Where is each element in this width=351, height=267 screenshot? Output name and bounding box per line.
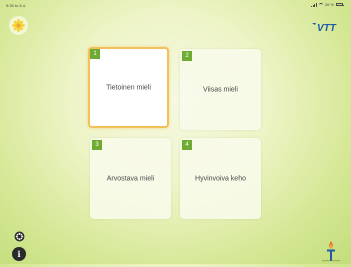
card-arvostava-mieli[interactable]: 3 Arvostava mieli [90, 138, 171, 219]
wifi-icon [318, 2, 323, 7]
settings-button[interactable] [13, 230, 25, 242]
card-tietoinen-mieli[interactable]: 1 Tietoinen mieli [88, 47, 169, 128]
card-number-badge: 4 [182, 140, 192, 150]
settings-icon [14, 231, 24, 241]
status-right-group: 26 % [311, 2, 344, 7]
vtt-logo-text: VTT [317, 23, 337, 33]
card-label: Arvostava mieli [106, 175, 155, 182]
status-time: 9:35 to 8.4. [6, 3, 27, 8]
status-bar: 9:35 to 8.4. 26 % [0, 0, 351, 12]
info-button[interactable]: i [12, 247, 26, 261]
card-number-badge: 1 [90, 49, 100, 59]
card-hyvinvoiva-keho[interactable]: 4 Hyvinvoiva keho [180, 138, 261, 219]
card-number-badge: 2 [182, 51, 192, 61]
card-viisas-mieli[interactable]: 2 Viisas mieli [180, 49, 261, 130]
flower-logo-icon[interactable] [10, 17, 27, 34]
torch-logo-icon [320, 240, 342, 262]
card-label: Hyvinvoiva keho [195, 175, 246, 182]
battery-icon [336, 3, 344, 6]
card-label: Viisas mieli [203, 86, 238, 93]
battery-percentage: 26 % [324, 2, 334, 7]
info-icon: i [17, 249, 21, 259]
vtt-logo-icon: VTT [311, 20, 341, 34]
card-label: Tietoinen mieli [106, 84, 151, 91]
card-grid: 1 Tietoinen mieli 2 Viisas mieli 3 Arvos… [88, 47, 261, 219]
card-number-badge: 3 [92, 140, 102, 150]
signal-icon [311, 2, 317, 7]
